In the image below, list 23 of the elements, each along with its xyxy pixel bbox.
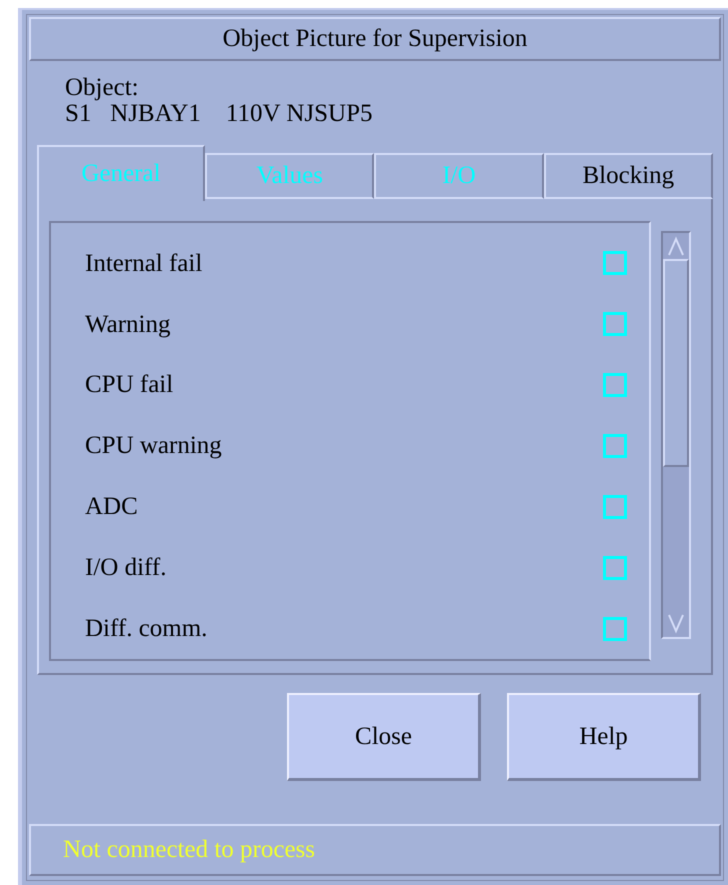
- signal-checkbox[interactable]: [603, 251, 627, 276]
- signal-label: ADC: [85, 492, 138, 522]
- object-value: S1 NJBAY1 110V NJSUP5: [65, 101, 374, 127]
- signal-label: I/O diff.: [85, 552, 166, 583]
- status-text: Not connected to process: [63, 835, 316, 866]
- signal-label: CPU warning: [85, 431, 222, 462]
- signal-checkbox[interactable]: [603, 616, 627, 641]
- dialog-button[interactable]: Help: [507, 693, 701, 781]
- signal-checkbox[interactable]: [603, 373, 627, 398]
- signal-checkbox[interactable]: [603, 556, 627, 580]
- scrollbar[interactable]: [661, 231, 691, 639]
- window-title: Object Picture for Supervision: [29, 17, 721, 61]
- signal-label: CPU fail: [85, 370, 174, 400]
- signal-checkbox[interactable]: [603, 434, 627, 458]
- object-label: Object:: [65, 75, 140, 101]
- scrollbar-thumb[interactable]: [663, 259, 689, 467]
- signal-label: Warning: [85, 310, 170, 340]
- signal-label: Diff. comm.: [85, 614, 208, 644]
- dialog-button[interactable]: Close: [287, 693, 481, 781]
- signal-label: Internal fail: [85, 248, 202, 279]
- tab[interactable]: Blocking: [544, 153, 713, 199]
- signal-checkbox[interactable]: [603, 494, 627, 519]
- signal-checkbox[interactable]: [603, 312, 627, 336]
